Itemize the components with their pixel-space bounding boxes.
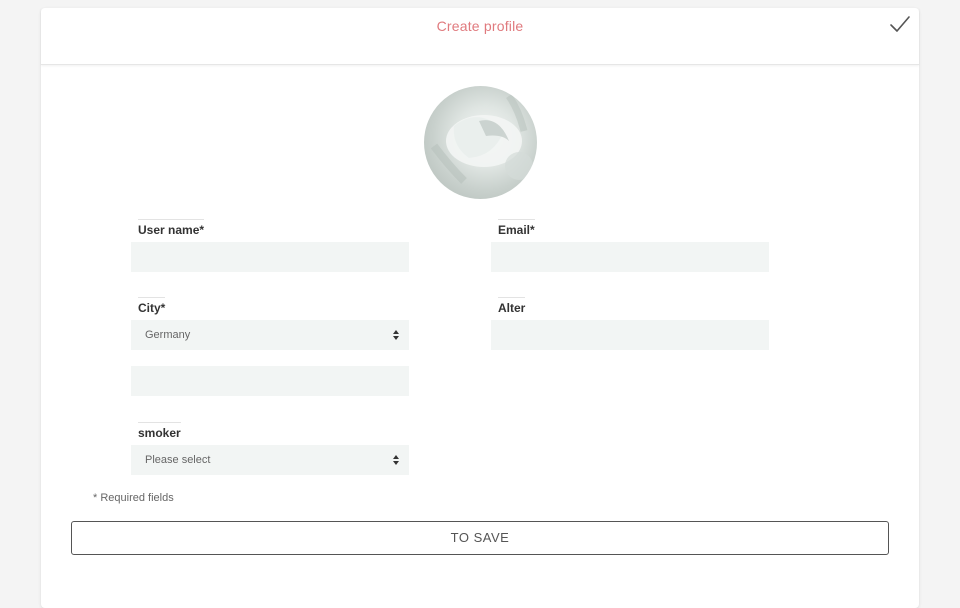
header-bar: Create profile [41,8,919,65]
age-input[interactable] [491,320,769,350]
smoker-label: smoker [138,422,181,440]
city-selected-value: Germany [145,329,191,341]
avatar[interactable] [424,86,537,199]
smoker-select[interactable]: Please select [131,445,409,475]
avatar-image [430,94,533,184]
required-fields-note: * Required fields [93,492,174,504]
smoker-selected-value: Please select [145,454,211,466]
email-label: Email* [498,219,535,237]
checkmark-icon[interactable] [889,14,911,36]
sort-arrows-icon [393,330,399,340]
page-title: Create profile [436,18,524,34]
sort-arrows-icon [393,455,399,465]
profile-card: Create profile User name* Email* City* G… [41,8,919,608]
city-text-input[interactable] [131,366,409,396]
city-label: City* [138,297,166,315]
city-select[interactable]: Germany [131,320,409,350]
save-button[interactable]: TO SAVE [71,521,889,555]
email-input[interactable] [491,242,769,272]
username-label: User name* [138,219,205,237]
username-input[interactable] [131,242,409,272]
age-label: Alter [498,297,526,315]
